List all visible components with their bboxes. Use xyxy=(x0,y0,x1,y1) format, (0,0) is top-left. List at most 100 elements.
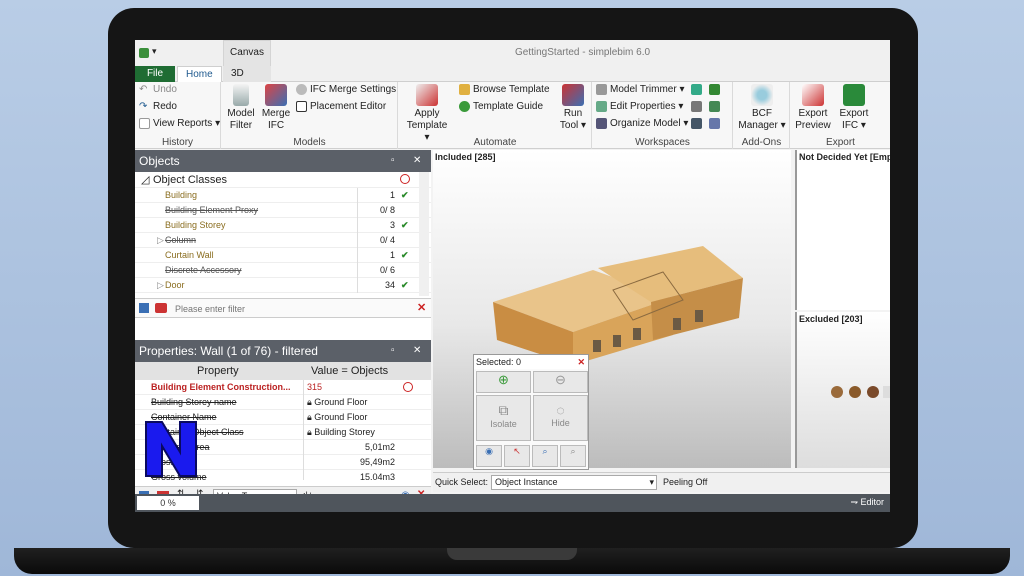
zoom-button[interactable]: ⌕ xyxy=(532,445,558,467)
check-icon[interactable]: ✔ xyxy=(401,248,409,263)
property-value: 5,01m2 xyxy=(303,440,399,455)
undo-button[interactable]: ↶ Undo xyxy=(139,84,177,95)
quick-access-toolbar[interactable]: ▾ xyxy=(152,46,157,57)
excluded-object xyxy=(831,386,843,398)
edit-properties-label: Edit Properties ▾ xyxy=(610,101,684,112)
placement-editor-button[interactable]: Placement Editor xyxy=(296,101,386,112)
check-icon[interactable]: ✔ xyxy=(401,278,409,293)
maximize-icon[interactable]: ▫ xyxy=(391,340,395,362)
workspace-tool-6[interactable] xyxy=(709,118,720,129)
close-icon[interactable]: ✕ xyxy=(577,355,585,369)
window-title: GettingStarted - simplebim 6.0 xyxy=(515,47,651,58)
browse-template-button[interactable]: Browse Template xyxy=(459,84,550,95)
apply-template-button[interactable]: Apply Template ▾ xyxy=(403,84,451,144)
filter-icon[interactable] xyxy=(139,303,149,313)
ifc-merge-settings-button[interactable]: IFC Merge Settings xyxy=(296,84,396,95)
organize-model-button[interactable]: Organize Model ▾ xyxy=(596,118,688,129)
tab-file[interactable]: File xyxy=(135,66,175,82)
redo-button[interactable]: ↷ Redo xyxy=(139,101,177,112)
hide-button[interactable]: ◌ Hide xyxy=(533,395,588,441)
expand-icon[interactable]: ▷ xyxy=(157,233,164,248)
tool-icon xyxy=(691,118,702,129)
workspace-tool-5[interactable] xyxy=(691,118,702,129)
check-icon[interactable]: ✔ xyxy=(401,188,409,203)
model-trimmer-button[interactable]: Model Trimmer ▾ xyxy=(596,84,684,95)
check-icon[interactable]: ✔ xyxy=(401,218,409,233)
merge-ifc-label: Merge IFC xyxy=(261,108,291,131)
isolate-button[interactable]: ⧉ Isolate xyxy=(476,395,531,441)
merge-ifc-button[interactable]: Merge IFC xyxy=(260,84,292,132)
expand-icon[interactable]: ▷ xyxy=(157,278,164,293)
quick-select-dropdown[interactable]: Object Instance ▾ xyxy=(491,475,657,490)
table-row[interactable]: Building Element Construction... 315 xyxy=(135,380,431,395)
tab-home[interactable]: Home xyxy=(177,66,222,82)
select-button[interactable]: ↖ xyxy=(504,445,530,467)
view-reports-button[interactable]: View Reports ▾ xyxy=(139,118,220,129)
viewport-excluded[interactable]: Excluded [203] xyxy=(795,312,890,468)
bcf-manager-button[interactable]: BCF Manager ▾ xyxy=(736,84,788,132)
ribbon-tabs: File Home 3D . xyxy=(135,66,890,95)
quick-select-bar: Quick Select: Object Instance ▾ Peeling O… xyxy=(433,472,890,492)
export-preview-button[interactable]: Export Preview xyxy=(793,84,833,132)
template-guide-button[interactable]: Template Guide xyxy=(459,101,543,112)
export-ifc-button[interactable]: Export IFC ▾ xyxy=(837,84,871,132)
list-item[interactable]: ▷ Column 0/ 4 xyxy=(135,233,431,248)
workspace-tool-4[interactable] xyxy=(709,101,720,112)
list-item[interactable]: ▷ Door 34 ✔ xyxy=(135,278,431,293)
list-item[interactable]: Curtain Wall 1 ✔ xyxy=(135,248,431,263)
scrollbar[interactable] xyxy=(419,172,429,296)
maximize-icon[interactable]: ▫ xyxy=(391,150,395,172)
run-tool-button[interactable]: Run Tool ▾ xyxy=(557,84,589,132)
exclude-icon[interactable] xyxy=(400,174,410,184)
view-reports-label: View Reports ▾ xyxy=(153,118,221,129)
remove-button[interactable]: ⊖ xyxy=(533,371,588,393)
col-property[interactable]: Property xyxy=(197,365,239,377)
viewport-not-decided[interactable]: Not Decided Yet [Empty] xyxy=(795,150,890,310)
close-icon[interactable]: ✕ xyxy=(417,301,426,314)
zoom-icon: ⌕ xyxy=(542,446,548,456)
model-filter-label: Model Filter xyxy=(227,108,255,131)
canvas-context-tab[interactable]: Canvas xyxy=(223,40,271,66)
property-columns: Property Value = Objects xyxy=(135,362,431,380)
property-value-text: Ground Floor xyxy=(314,412,368,422)
peeling-toggle[interactable]: Peeling Off xyxy=(663,477,707,487)
table-row[interactable]: Building Storey name 🔒︎ Ground Floor xyxy=(135,395,431,410)
object-count: 3 xyxy=(357,218,397,233)
model-filter-button[interactable]: Model Filter xyxy=(226,84,256,132)
browse-template-label: Browse Template xyxy=(473,84,550,95)
workspace-tool-3[interactable] xyxy=(691,101,702,112)
window xyxy=(695,310,703,322)
workspace-tool-1[interactable] xyxy=(691,84,702,95)
list-item[interactable]: Building 1 ✔ xyxy=(135,188,431,203)
filter-input[interactable] xyxy=(175,301,415,316)
tab-3d[interactable]: 3D . xyxy=(223,66,271,95)
collapse-icon[interactable]: ◿ xyxy=(141,172,149,188)
bcf-manager-label: BCF Manager ▾ xyxy=(738,108,786,131)
export-icon xyxy=(843,84,865,106)
status-bar: 0 % ⇁ Editor xyxy=(135,494,890,512)
list-item[interactable]: Building Element Proxy 0/ 8 xyxy=(135,203,431,218)
filter-row: ✕ xyxy=(135,298,431,318)
objects-title: Objects xyxy=(139,154,180,168)
col-value[interactable]: Value = Objects xyxy=(311,365,388,377)
view-button[interactable]: ◉ xyxy=(476,445,502,467)
add-button[interactable]: ⊕ xyxy=(476,371,531,393)
editor-label[interactable]: ⇁ Editor xyxy=(850,497,884,508)
property-value: 15,04m3 xyxy=(303,470,399,480)
exclude-icon[interactable] xyxy=(403,382,413,392)
property-name: Building Element Construction... xyxy=(151,382,291,392)
clear-filter-icon[interactable] xyxy=(155,303,167,313)
group-automate: Apply Template ▾ Browse Template Templat… xyxy=(399,82,592,149)
progress-indicator: 0 % xyxy=(137,496,199,510)
zoom-out-button[interactable]: ⌕ xyxy=(560,445,586,467)
close-icon[interactable]: ✕ xyxy=(413,340,421,362)
list-item[interactable]: Building Storey 3 ✔ xyxy=(135,218,431,233)
excluded-objects[interactable] xyxy=(827,380,890,410)
plus-icon: ⊕ xyxy=(498,372,509,387)
edit-properties-button[interactable]: Edit Properties ▾ xyxy=(596,101,683,112)
list-item[interactable]: Discrete Accessory 0/ 6 xyxy=(135,263,431,278)
run-icon xyxy=(562,84,584,106)
tree-root[interactable]: ◿ Object Classes xyxy=(135,172,431,188)
workspace-tool-2[interactable] xyxy=(709,84,720,95)
close-icon[interactable]: ✕ xyxy=(413,150,421,172)
